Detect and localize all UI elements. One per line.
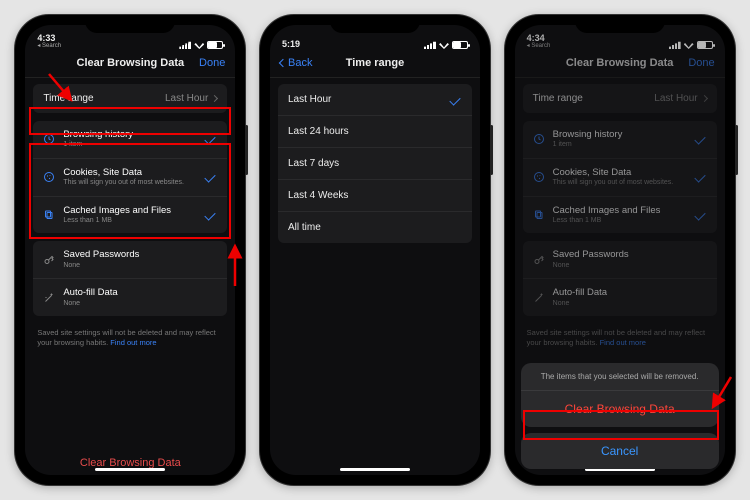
footer-note: Saved site settings will not be deleted … [33, 324, 227, 352]
check-icon [449, 94, 460, 105]
item-passwords[interactable]: Saved PasswordsNone [523, 241, 717, 279]
item-browsing-history[interactable]: Browsing history1 item [33, 121, 227, 159]
chevron-right-icon [211, 95, 218, 102]
status-time: 4:34 [527, 34, 545, 43]
cache-icon [43, 209, 55, 221]
page-title: Time range [320, 57, 430, 69]
option-last-24-hours[interactable]: Last 24 hours [278, 116, 472, 148]
clock-icon [43, 133, 55, 145]
item-autofill[interactable]: Auto-fill DataNone [33, 279, 227, 316]
nav-header: Back Time range [270, 51, 480, 78]
home-indicator[interactable] [95, 468, 165, 471]
back-button[interactable]: Back [280, 57, 320, 69]
home-indicator[interactable] [340, 468, 410, 471]
chevron-right-icon [701, 95, 708, 102]
option-all-time[interactable]: All time [278, 212, 472, 243]
done-button[interactable]: Done [185, 57, 225, 69]
wand-icon [43, 292, 55, 304]
item-browsing-history[interactable]: Browsing history1 item [523, 121, 717, 159]
status-search-breadcrumb[interactable]: ◂ Search [527, 43, 551, 49]
item-passwords[interactable]: Saved PasswordsNone [33, 241, 227, 279]
clock-icon [533, 133, 545, 145]
check-icon [205, 134, 216, 145]
time-range-row[interactable]: Time range Last Hour [33, 84, 227, 113]
item-cached[interactable]: Cached Images and FilesLess than 1 MB [33, 197, 227, 234]
wifi-icon [684, 41, 694, 49]
cookie-icon [533, 171, 545, 183]
check-icon [694, 209, 705, 220]
time-range-row[interactable]: Time range Last Hour [523, 84, 717, 113]
phone-2: 5:19 Back Time range Last Hour Last 24 h… [260, 15, 490, 485]
key-icon [533, 254, 545, 266]
done-button[interactable]: Done [675, 57, 715, 69]
item-autofill[interactable]: Auto-fill DataNone [523, 279, 717, 316]
find-out-more-link[interactable]: Find out more [110, 338, 156, 347]
sheet-message: The items that you selected will be remo… [521, 363, 719, 391]
battery-icon [207, 41, 223, 49]
notch [575, 15, 665, 33]
cancel-button[interactable]: Cancel [521, 433, 719, 469]
option-last-7-days[interactable]: Last 7 days [278, 148, 472, 180]
signal-icon [669, 41, 681, 49]
signal-icon [179, 41, 191, 49]
check-icon [694, 134, 705, 145]
battery-icon [697, 41, 713, 49]
confirm-clear-button[interactable]: Clear Browsing Data [521, 391, 719, 427]
page-title: Clear Browsing Data [565, 57, 675, 69]
cache-icon [533, 209, 545, 221]
check-icon [205, 209, 216, 220]
action-sheet: The items that you selected will be remo… [515, 363, 725, 475]
check-icon [694, 172, 705, 183]
notch [330, 15, 420, 33]
data-types-group: Browsing history1 item Cookies, Site Dat… [33, 121, 227, 233]
phone-3: 4:34 ◂ Search Clear Browsing Data Done T… [505, 15, 735, 485]
status-time: 5:19 [282, 40, 300, 49]
battery-icon [452, 41, 468, 49]
notch [85, 15, 175, 33]
footer-note: Saved site settings will not be deleted … [523, 324, 717, 352]
chevron-left-icon [279, 59, 287, 67]
phone-1: 4:33 ◂ Search Clear Browsing Data Done T… [15, 15, 245, 485]
status-search-breadcrumb[interactable]: ◂ Search [37, 43, 61, 49]
signal-icon [424, 41, 436, 49]
option-last-hour[interactable]: Last Hour [278, 84, 472, 116]
data-types-group-2: Saved PasswordsNone Auto-fill DataNone [33, 241, 227, 316]
nav-header: Clear Browsing Data Done [25, 51, 235, 78]
item-cookies[interactable]: Cookies, Site DataThis will sign you out… [523, 159, 717, 197]
find-out-more-link[interactable]: Find out more [600, 338, 646, 347]
key-icon [43, 254, 55, 266]
wifi-icon [194, 41, 204, 49]
option-last-4-weeks[interactable]: Last 4 Weeks [278, 180, 472, 212]
wifi-icon [439, 41, 449, 49]
nav-header: Clear Browsing Data Done [515, 51, 725, 78]
time-range-list: Last Hour Last 24 hours Last 7 days Last… [278, 84, 472, 243]
wand-icon [533, 292, 545, 304]
check-icon [205, 172, 216, 183]
cookie-icon [43, 171, 55, 183]
page-title: Clear Browsing Data [75, 57, 185, 69]
time-range-value: Last Hour [165, 93, 208, 104]
item-cached[interactable]: Cached Images and FilesLess than 1 MB [523, 197, 717, 234]
status-time: 4:33 [37, 34, 55, 43]
time-range-label: Time range [43, 93, 93, 104]
item-cookies[interactable]: Cookies, Site DataThis will sign you out… [33, 159, 227, 197]
